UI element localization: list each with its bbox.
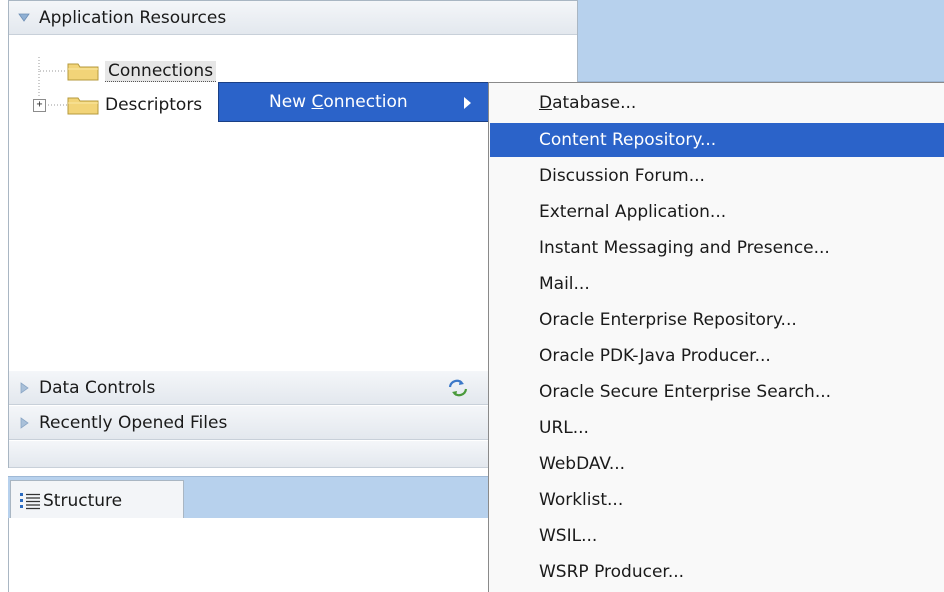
recently-opened-files-label: Recently Opened Files	[39, 412, 228, 433]
submenu-item-mail[interactable]: Mail...	[490, 267, 944, 301]
submenu-item-label: Oracle PDK-Java Producer...	[539, 346, 771, 366]
submenu-item-database[interactable]: Database...	[490, 86, 944, 120]
new-connection-submenu: Database... Content Repository... Discus…	[488, 82, 944, 592]
submenu-item-url[interactable]: URL...	[490, 411, 944, 445]
submenu-item-oracle-enterprise-repository[interactable]: Oracle Enterprise Repository...	[490, 303, 944, 337]
submenu-item-label: Discussion Forum...	[539, 166, 705, 186]
triangle-right-icon	[9, 416, 39, 429]
data-controls-label: Data Controls	[39, 377, 156, 398]
submenu-item-wsil[interactable]: WSIL...	[490, 519, 944, 553]
submenu-item-label: WSRP Producer...	[539, 562, 685, 582]
triangle-right-icon	[9, 381, 39, 394]
submenu-arrow-icon	[463, 95, 473, 115]
expand-plus-icon[interactable]: +	[33, 99, 46, 112]
submenu-item-content-repository[interactable]: Content Repository...	[490, 123, 944, 157]
submenu-item-external-application[interactable]: External Application...	[490, 195, 944, 229]
editor-background	[578, 0, 944, 82]
structure-tab-label: Structure	[43, 490, 123, 511]
submenu-item-label: Mail...	[539, 274, 590, 294]
submenu-item-label: Instant Messaging and Presence...	[539, 238, 830, 258]
menu-item-label: New Connection	[269, 92, 408, 112]
submenu-item-wsrp-producer[interactable]: WSRP Producer...	[490, 555, 944, 589]
tree-item-descriptors[interactable]: Descriptors	[67, 91, 202, 119]
submenu-item-label: Oracle Secure Enterprise Search...	[539, 382, 832, 402]
submenu-item-oracle-secure-enterprise-search[interactable]: Oracle Secure Enterprise Search...	[490, 375, 944, 409]
submenu-item-label: WSIL...	[539, 526, 598, 546]
menu-item-new-connection[interactable]: New Connection	[218, 82, 490, 122]
submenu-item-discussion-forum[interactable]: Discussion Forum...	[490, 159, 944, 193]
submenu-item-label: WebDAV...	[539, 454, 626, 474]
submenu-item-webdav[interactable]: WebDAV...	[490, 447, 944, 481]
tree-item-label: Connections	[105, 60, 217, 82]
tab-structure[interactable]: Structure	[10, 480, 184, 520]
submenu-item-oracle-pdk-java-producer[interactable]: Oracle PDK-Java Producer...	[490, 339, 944, 373]
tree-item-label: Descriptors	[105, 95, 203, 115]
submenu-item-label: Worklist...	[539, 490, 624, 510]
submenu-item-label: Content Repository...	[539, 130, 717, 150]
refresh-icon[interactable]	[447, 378, 469, 403]
submenu-item-label: Oracle Enterprise Repository...	[539, 310, 797, 330]
submenu-item-label: Database...	[539, 93, 637, 113]
submenu-item-worklist[interactable]: Worklist...	[490, 483, 944, 517]
submenu-item-label: URL...	[539, 418, 589, 438]
folder-icon	[67, 61, 99, 81]
folder-icon	[67, 95, 99, 115]
structure-icon	[19, 492, 41, 510]
submenu-item-instant-messaging[interactable]: Instant Messaging and Presence...	[490, 231, 944, 265]
submenu-item-label: External Application...	[539, 202, 727, 222]
tree-item-connections[interactable]: Connections	[67, 57, 217, 85]
